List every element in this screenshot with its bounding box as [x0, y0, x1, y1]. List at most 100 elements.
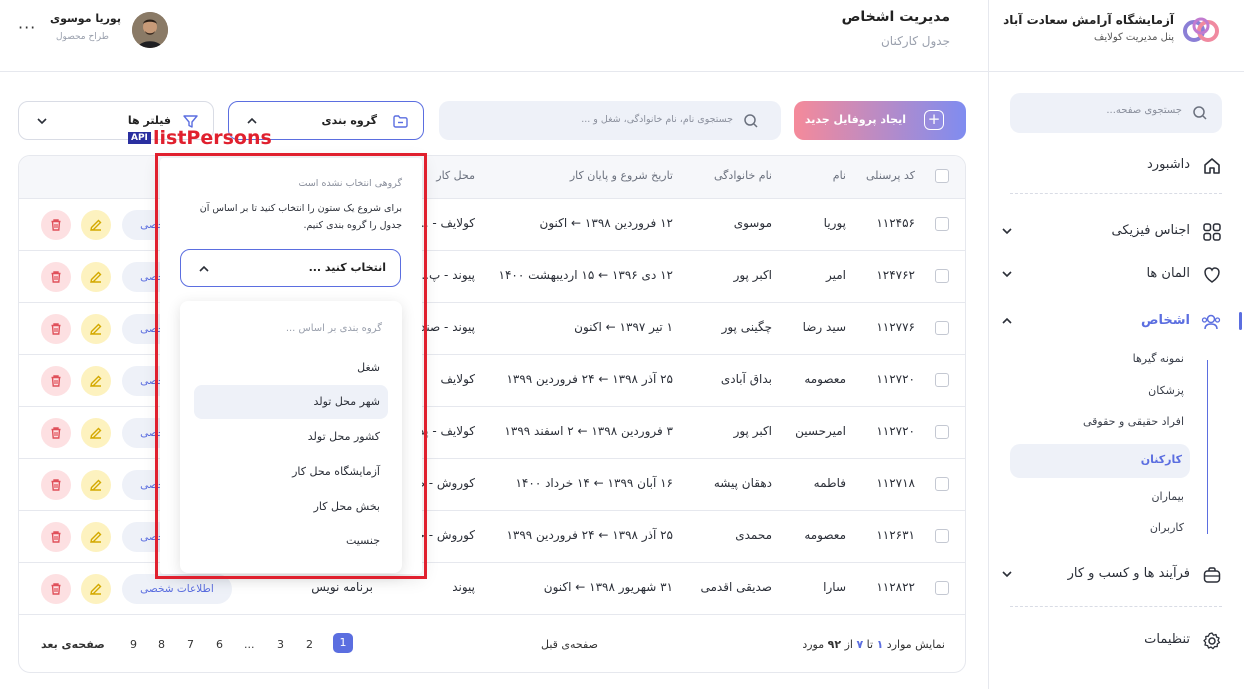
chevron-down-icon [37, 118, 47, 125]
pencil-icon [90, 375, 102, 387]
delete-button[interactable] [41, 470, 71, 500]
cell-name: فاطمه [813, 476, 846, 490]
summary-to-word: تا [866, 638, 874, 651]
edit-button[interactable] [81, 262, 111, 292]
gear-icon [1203, 632, 1221, 650]
pencil-icon [90, 479, 102, 491]
page-1-button[interactable]: 1 [333, 633, 353, 653]
pencil-icon [90, 271, 102, 283]
delete-button[interactable] [41, 574, 71, 604]
select-all-checkbox[interactable] [935, 169, 949, 183]
sidebar-subitem-staff[interactable]: کارکنان [1010, 444, 1190, 478]
row-checkbox[interactable] [935, 217, 949, 231]
user-role: طراح محصول [56, 32, 109, 42]
sidebar-search-input[interactable]: جستجوی صفحه... [1010, 93, 1222, 133]
summary-total: ۹۲ [827, 638, 842, 651]
new-profile-button[interactable]: + ایجاد پروفایل جدید [794, 101, 966, 140]
delete-button[interactable] [41, 522, 71, 552]
delete-button[interactable] [41, 418, 71, 448]
group-option-label: شهر محل تولد [313, 395, 380, 408]
row-checkbox[interactable] [935, 477, 949, 491]
sidebar-subitem-samplers[interactable]: نمونه گیرها [1133, 352, 1184, 365]
column-header-dates[interactable]: تاریخ شروع و پایان کار [570, 169, 673, 182]
group-option-highlighted[interactable]: شهر محل تولد [194, 385, 388, 419]
sidebar-item-label: المان ها [1146, 266, 1190, 281]
page-6-button[interactable]: 6 [216, 638, 223, 651]
group-empty-text: گروهی انتخاب نشده است [298, 178, 402, 189]
pencil-icon [90, 531, 102, 543]
sidebar-item-persons[interactable]: اشخاص [988, 302, 1244, 342]
cell-dates: ۱۶ آبان ۱۳۹۹ ← ۱۴ خرداد ۱۴۰۰ [515, 476, 673, 490]
filters-label: فیلتر ها [127, 114, 171, 127]
page-2-button[interactable]: 2 [306, 638, 313, 651]
edit-button[interactable] [81, 522, 111, 552]
pencil-icon [90, 583, 102, 595]
search-icon [744, 114, 758, 128]
trash-icon [51, 219, 61, 231]
sidebar-subitem-legal-persons[interactable]: افراد حقیقی و حقوقی [1083, 415, 1184, 428]
edit-button[interactable] [81, 418, 111, 448]
chevron-up-icon [199, 265, 209, 272]
sidebar-subitem-doctors[interactable]: پزشکان [1148, 384, 1184, 397]
sidebar-item-dashboard[interactable]: داشبورد [988, 146, 1244, 186]
group-option[interactable]: بخش محل کار [194, 490, 388, 524]
user-name: پوریا موسوی [50, 12, 121, 25]
sidebar-item-physical-goods[interactable]: اجناس فیزیکی [988, 212, 1244, 252]
edit-button[interactable] [81, 210, 111, 240]
table-search-input[interactable]: جستجوی نام، نام خانوادگی، شغل و ... [439, 101, 781, 140]
page-9-button[interactable]: 9 [130, 638, 137, 651]
cell-dates: ۲۵ آذر ۱۳۹۸ ← ۲۴ فروردین ۱۳۹۹ [506, 528, 673, 542]
column-header-code[interactable]: کد پرسنلی [866, 169, 915, 182]
cell-family: اکبر پور [733, 268, 772, 282]
sidebar-item-settings[interactable]: تنظیمات [988, 621, 1244, 661]
group-option[interactable]: جنسیت [194, 524, 388, 558]
delete-button[interactable] [41, 262, 71, 292]
sidebar-divider [1010, 606, 1222, 607]
next-page-button[interactable]: صفحه‌ی بعد [41, 638, 105, 651]
summary-unit: مورد [802, 638, 825, 651]
chevron-down-icon [1002, 228, 1012, 235]
page-7-button[interactable]: 7 [187, 638, 194, 651]
sidebar-subitem-patients[interactable]: بیماران [1151, 490, 1184, 503]
edit-button[interactable] [81, 314, 111, 344]
row-checkbox[interactable] [935, 529, 949, 543]
edit-button[interactable] [81, 470, 111, 500]
search-icon [1193, 106, 1207, 120]
delete-button[interactable] [41, 210, 71, 240]
page-title: مدیریت اشخاص [841, 9, 950, 25]
table-search-placeholder: جستجوی نام، نام خانوادگی، شغل و ... [581, 114, 733, 125]
sidebar-item-label: داشبورد [1147, 157, 1190, 172]
page-3-button[interactable]: 3 [277, 638, 284, 651]
personal-info-tag[interactable]: اطلاعات شخصی [122, 574, 232, 604]
group-option[interactable]: آزمایشگاه محل کار [194, 455, 388, 489]
row-checkbox[interactable] [935, 321, 949, 335]
row-checkbox[interactable] [935, 581, 949, 595]
sidebar-item-elements[interactable]: المان ها [988, 255, 1244, 295]
column-header-name[interactable]: نام [833, 169, 846, 182]
delete-button[interactable] [41, 314, 71, 344]
edit-button[interactable] [81, 366, 111, 396]
group-options-list: گروه بندی بر اساس ... شغل شهر محل تولد ک… [180, 301, 402, 573]
trash-icon [51, 323, 61, 335]
sidebar-item-business-processes[interactable]: فرآیند ها و کسب و کار [988, 555, 1244, 595]
prev-page-button[interactable]: صفحه‌ی قبل [541, 638, 598, 651]
group-option[interactable]: شغل [194, 351, 388, 385]
sidebar-subitem-users[interactable]: کاربران [1150, 521, 1184, 534]
delete-button[interactable] [41, 366, 71, 396]
page-8-button[interactable]: 8 [158, 638, 165, 651]
row-checkbox[interactable] [935, 373, 949, 387]
plus-icon: + [924, 110, 944, 130]
group-option[interactable]: کشور محل تولد [194, 420, 388, 454]
group-column-select[interactable]: انتخاب کنید ... [180, 249, 401, 287]
page-ellipsis: ... [244, 638, 255, 651]
row-checkbox[interactable] [935, 425, 949, 439]
trash-icon [51, 531, 61, 543]
edit-button[interactable] [81, 574, 111, 604]
row-checkbox[interactable] [935, 269, 949, 283]
avatar[interactable] [132, 12, 168, 48]
column-header-family[interactable]: نام خانوادگی [714, 169, 772, 182]
users-icon [1201, 314, 1221, 330]
column-header-workplace[interactable]: محل کار [436, 169, 475, 182]
pagination-summary: نمایش موارد ۱ تا ۷ از ۹۲ مورد [802, 638, 945, 651]
more-options-icon[interactable]: ··· [18, 18, 36, 37]
